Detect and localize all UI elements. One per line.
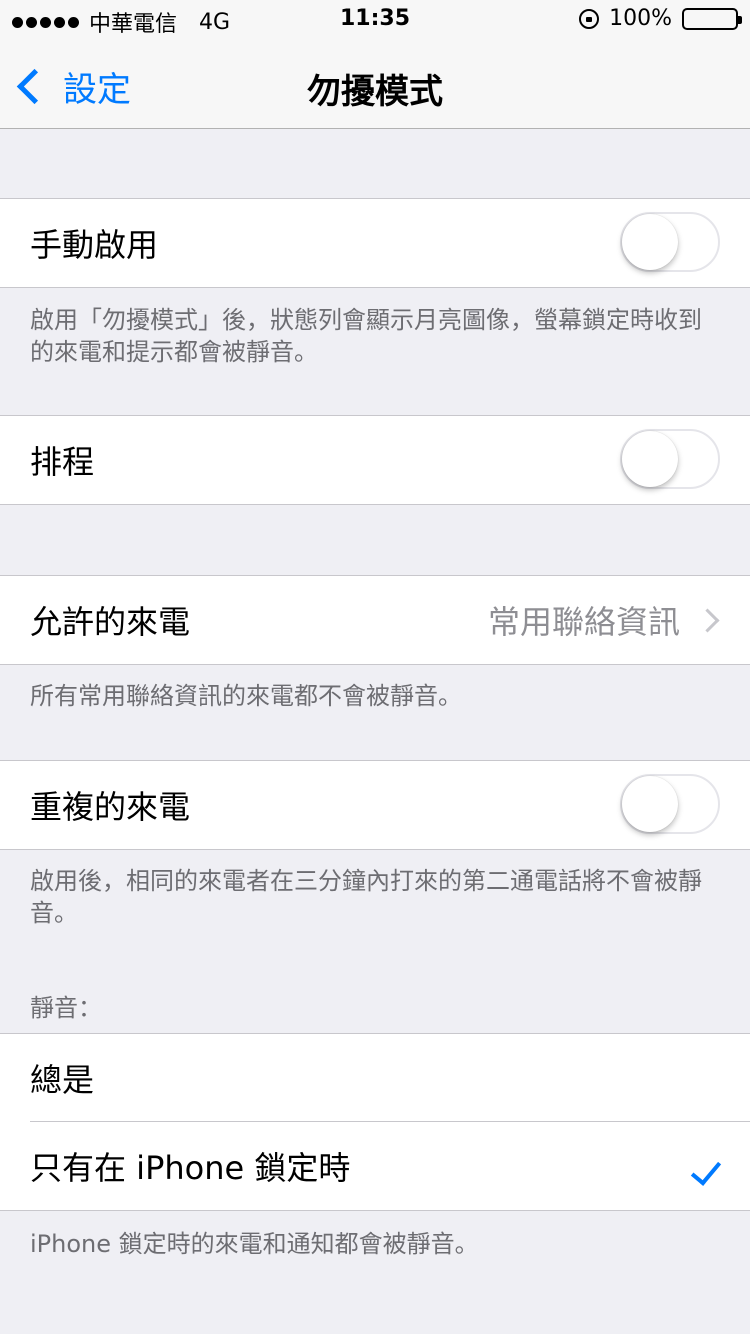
allow-calls-section: 允許的來電 常用聯絡資訊	[0, 575, 750, 665]
battery-percent: 100%	[609, 6, 672, 31]
chevron-right-icon	[695, 607, 720, 633]
repeated-calls-label: 重複的來電	[30, 788, 191, 826]
toggle-knob	[622, 776, 678, 832]
checkmark-icon	[690, 1154, 722, 1186]
allow-calls-value: 常用聯絡資訊	[487, 603, 680, 641]
repeated-calls-toggle[interactable]	[620, 774, 720, 834]
status-right: 100%	[579, 6, 742, 31]
silence-footer: iPhone 鎖定時的來電和通知都會被靜音。	[30, 1230, 479, 1258]
scheduled-label: 排程	[30, 443, 95, 481]
repeated-calls-section: 重複的來電	[0, 760, 750, 850]
allow-calls-label: 允許的來電	[30, 603, 191, 641]
silence-option-always[interactable]: 總是	[0, 1034, 750, 1122]
allow-calls-footer: 所有常用聯絡資訊的來電都不會被靜音。	[30, 682, 462, 710]
status-bar: 中華電信 4G 11:35 100%	[0, 0, 750, 40]
manual-toggle[interactable]	[620, 212, 720, 272]
manual-footer: 啟用「勿擾模式」後，狀態列會顯示月亮圖像，螢幕鎖定時收到的來電和提示都會被靜音。	[30, 306, 702, 366]
silence-option-label: 總是	[30, 1061, 95, 1099]
allow-calls-row[interactable]: 允許的來電 常用聯絡資訊	[0, 576, 750, 664]
toggle-knob	[622, 431, 678, 487]
scheduled-section: 排程	[0, 415, 750, 505]
navigation-bar: 設定 勿擾模式	[0, 40, 750, 129]
page-title: 勿擾模式	[307, 72, 443, 112]
scheduled-row: 排程	[0, 416, 750, 504]
orientation-lock-icon	[579, 8, 600, 29]
silence-header: 靜音：	[30, 994, 102, 1022]
silence-option-label: 只有在 iPhone 鎖定時	[30, 1149, 351, 1187]
scheduled-toggle[interactable]	[620, 429, 720, 489]
silence-section: 總是 只有在 iPhone 鎖定時	[0, 1033, 750, 1211]
silence-option-locked[interactable]: 只有在 iPhone 鎖定時	[0, 1122, 750, 1210]
manual-section: 手動啟用	[0, 198, 750, 288]
manual-label: 手動啟用	[30, 226, 159, 264]
battery-icon	[682, 7, 742, 30]
repeated-calls-row: 重複的來電	[0, 761, 750, 849]
repeated-calls-footer: 啟用後，相同的來電者在三分鐘內打來的第二通電話將不會被靜音。	[30, 867, 702, 927]
toggle-knob	[622, 214, 678, 270]
manual-row: 手動啟用	[0, 199, 750, 287]
